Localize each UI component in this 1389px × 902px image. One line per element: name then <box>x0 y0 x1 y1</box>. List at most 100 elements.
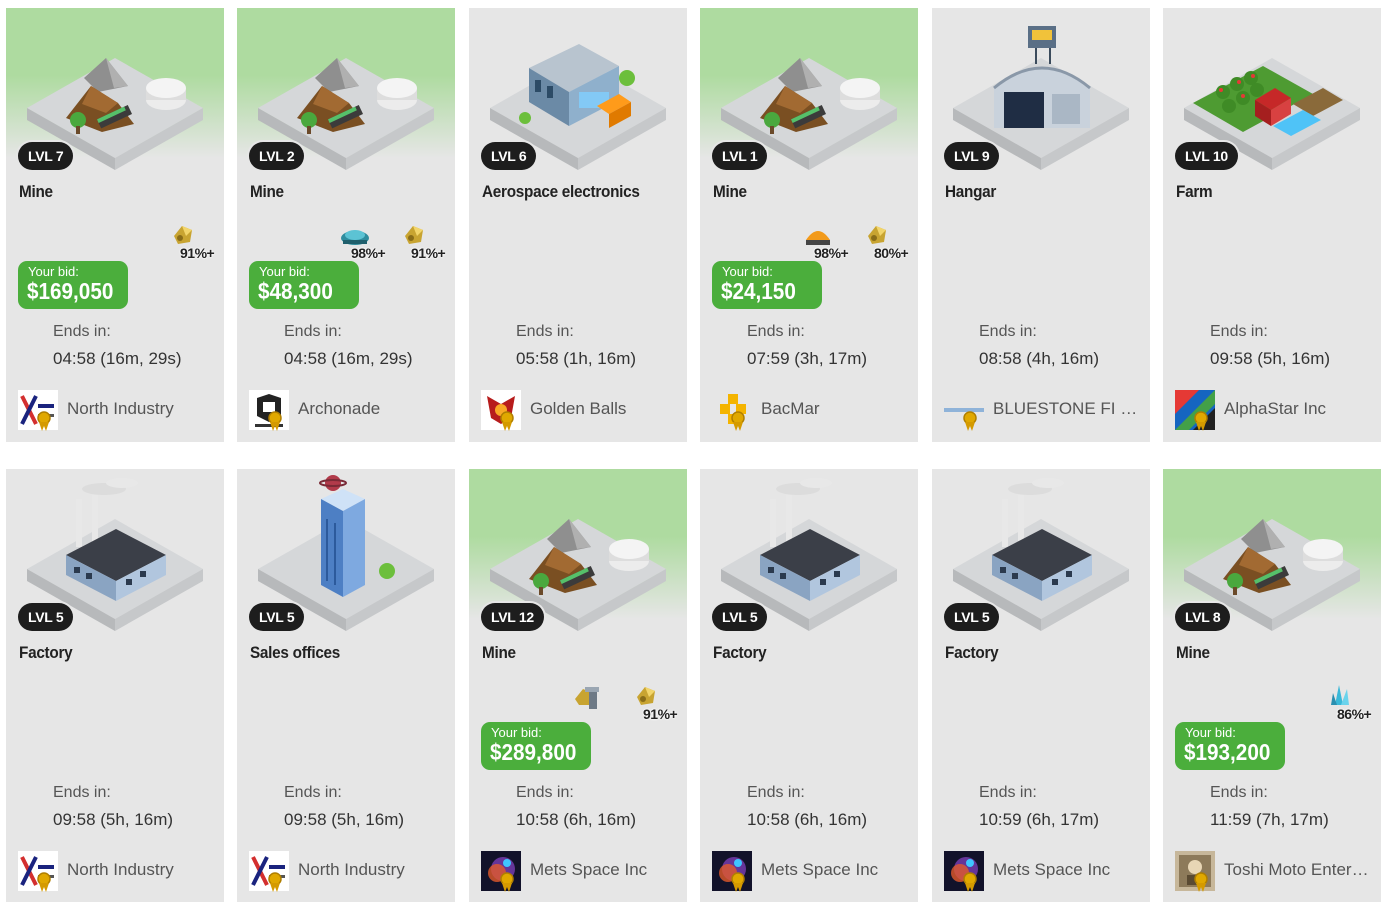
resource-percent: 98%+ <box>351 245 386 261</box>
ends-in-time: 11:59 (7h, 17m) <box>1210 810 1329 829</box>
level-badge: LVL 5 <box>712 603 768 631</box>
auction-card[interactable]: LVL 9 Hangar Ends in: 08:58 (4h, 16m) BLUES… <box>932 8 1150 442</box>
building-title: Mine <box>250 182 284 201</box>
owner-name[interactable]: Mets Space Inc <box>761 860 911 880</box>
owner-name[interactable]: BLUESTONE FI LLC <box>993 399 1143 419</box>
medal-icon <box>1194 411 1208 431</box>
resource-badge: 98%+ <box>802 222 850 262</box>
your-bid-value: $289,800 <box>490 739 577 765</box>
your-bid-value: $24,150 <box>721 278 796 304</box>
ends-in-label: Ends in: <box>979 323 1037 340</box>
owner-name[interactable]: North Industry <box>298 860 448 880</box>
auction-card[interactable]: LVL 5 Sales offices Ends in: 09:58 (5h, 16m… <box>237 469 455 902</box>
resource-badge: 98%+ <box>339 222 387 262</box>
your-bid-value: $193,200 <box>1184 739 1271 765</box>
medal-icon <box>268 872 282 892</box>
ends-in-time: 04:58 (16m, 29s) <box>284 349 413 368</box>
ends-in-label: Ends in: <box>53 323 111 340</box>
auction-card[interactable]: LVL 5 Factory Ends in: 10:59 (6h, 17m) Mets… <box>932 469 1150 902</box>
level-badge: LVL 9 <box>944 142 1000 170</box>
resource-badge: 80%+ <box>862 222 910 262</box>
owner-name[interactable]: Archonade <box>298 399 448 419</box>
owner-name[interactable]: Mets Space Inc <box>993 860 1143 880</box>
owner-name[interactable]: BacMar <box>761 399 911 419</box>
your-bid-label: Your bid: <box>259 264 310 279</box>
owner-name[interactable]: North Industry <box>67 860 217 880</box>
owner-name[interactable]: AlphaStar Inc <box>1224 399 1374 419</box>
auction-card[interactable]: LVL 12 Mine 91%+ Your bid: $289,800 Ends in:… <box>469 469 687 902</box>
ends-in-time: 10:58 (6h, 16m) <box>516 810 637 829</box>
medal-icon <box>963 872 977 892</box>
medal-icon <box>963 411 977 431</box>
ends-in-label: Ends in: <box>516 784 574 801</box>
ends-in-time: 08:58 (4h, 16m) <box>979 349 1100 368</box>
level-badge: LVL 8 <box>1175 603 1231 631</box>
medal-icon <box>268 411 282 431</box>
your-bid-badge: Your bid: $289,800 <box>481 722 591 770</box>
auction-card[interactable]: LVL 2 Mine 98%+ 91%+ Your bid: $48,300 Ends … <box>237 8 455 442</box>
ends-in-time: 09:58 (5h, 16m) <box>1210 349 1331 368</box>
your-bid-badge: Your bid: $193,200 <box>1175 722 1285 770</box>
building-title: Mine <box>19 182 53 201</box>
level-badge: LVL 5 <box>249 603 305 631</box>
auction-card[interactable]: LVL 5 Factory Ends in: 09:58 (5h, 16m) Nort… <box>6 469 224 902</box>
auction-card[interactable]: LVL 5 Factory Ends in: 10:58 (6h, 16m) Mets… <box>700 469 918 902</box>
auction-card[interactable]: LVL 6 Aerospace electronics Ends in: 05:58 … <box>469 8 687 442</box>
owner-name[interactable]: Golden Balls <box>530 399 680 419</box>
level-badge: LVL 1 <box>712 142 768 170</box>
resource-badge <box>571 683 619 723</box>
your-bid-label: Your bid: <box>491 725 542 740</box>
resource-percent: 86%+ <box>1337 706 1372 722</box>
medal-icon <box>1194 872 1208 892</box>
building-title: Aerospace electronics <box>482 182 640 201</box>
resource-percent: 91%+ <box>643 706 678 722</box>
ends-in-label: Ends in: <box>1210 784 1268 801</box>
ends-in-label: Ends in: <box>284 323 342 340</box>
your-bid-value: $169,050 <box>27 278 114 304</box>
ends-in-time: 10:58 (6h, 16m) <box>747 810 868 829</box>
building-title: Factory <box>19 643 73 662</box>
ends-in-label: Ends in: <box>747 784 805 801</box>
level-badge: LVL 10 <box>1175 142 1238 170</box>
level-badge: LVL 5 <box>18 603 74 631</box>
ends-in-label: Ends in: <box>1210 323 1268 340</box>
ends-in-label: Ends in: <box>284 784 342 801</box>
medal-icon <box>37 872 51 892</box>
your-bid-label: Your bid: <box>722 264 773 279</box>
owner-name[interactable]: Mets Space Inc <box>530 860 680 880</box>
level-badge: LVL 6 <box>481 142 537 170</box>
medal-icon <box>731 411 745 431</box>
auction-grid: LVL 7 Mine 91%+ Your bid: $169,050 Ends in: 0… <box>0 0 1389 902</box>
resource-percent: 91%+ <box>180 245 215 261</box>
resource-percent: 98%+ <box>814 245 849 261</box>
owner-name[interactable]: Toshi Moto Enterp... <box>1224 860 1374 880</box>
resource-badge: 86%+ <box>1325 683 1373 723</box>
auction-card[interactable]: LVL 1 Mine 98%+ 80%+ Your bid: $24,150 Ends … <box>700 8 918 442</box>
auction-card[interactable]: LVL 10 Farm Ends in: 09:58 (5h, 16m) AlphaS… <box>1163 8 1381 442</box>
resource-badge: 91%+ <box>168 222 216 262</box>
ends-in-time: 09:58 (5h, 16m) <box>284 810 405 829</box>
level-badge: LVL 7 <box>18 142 74 170</box>
ends-in-time: 05:58 (1h, 16m) <box>516 349 637 368</box>
building-title: Factory <box>713 643 767 662</box>
ends-in-time: 04:58 (16m, 29s) <box>53 349 182 368</box>
your-bid-label: Your bid: <box>28 264 79 279</box>
building-title: Sales offices <box>250 643 341 662</box>
auction-card[interactable]: LVL 7 Mine 91%+ Your bid: $169,050 Ends in: 0… <box>6 8 224 442</box>
medal-icon <box>37 411 51 431</box>
ends-in-time: 07:59 (3h, 17m) <box>747 349 868 368</box>
ends-in-time: 10:59 (6h, 17m) <box>979 810 1100 829</box>
your-bid-badge: Your bid: $48,300 <box>249 261 359 309</box>
level-badge: LVL 5 <box>944 603 1000 631</box>
building-title: Mine <box>1176 643 1210 662</box>
your-bid-badge: Your bid: $169,050 <box>18 261 128 309</box>
resource-badge: 91%+ <box>399 222 447 262</box>
auction-card[interactable]: LVL 8 Mine 86%+ Your bid: $193,200 Ends in: 1… <box>1163 469 1381 902</box>
owner-name[interactable]: North Industry <box>67 399 217 419</box>
your-bid-badge: Your bid: $24,150 <box>712 261 822 309</box>
ends-in-label: Ends in: <box>516 323 574 340</box>
building-title: Factory <box>945 643 999 662</box>
medal-icon <box>500 411 514 431</box>
resource-percent: 80%+ <box>874 245 909 261</box>
machine-ore-icon <box>575 687 599 709</box>
